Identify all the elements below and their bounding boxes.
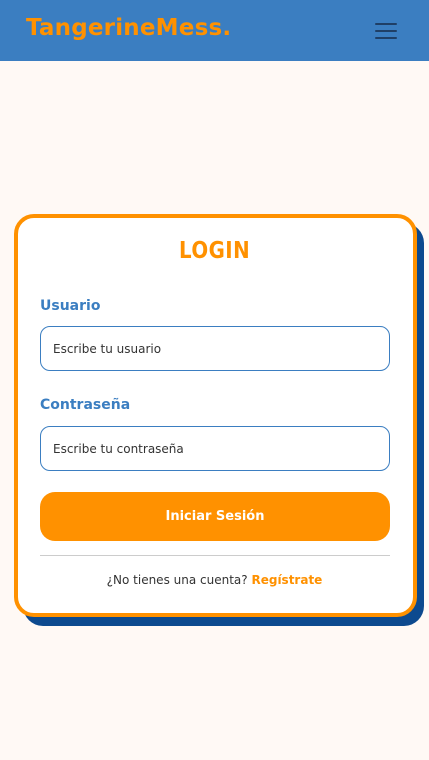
brand-logo[interactable]: TangerineMess. <box>26 17 231 40</box>
username-input[interactable] <box>40 326 390 371</box>
login-card <box>14 214 417 617</box>
menu-line <box>375 37 397 39</box>
hamburger-menu-icon[interactable] <box>372 20 400 42</box>
top-navbar: TangerineMess. <box>0 0 429 61</box>
password-label: Contraseña <box>40 397 131 413</box>
signup-prompt: ¿No tienes una cuenta? Regístrate <box>0 573 429 587</box>
menu-line <box>375 30 397 32</box>
username-label: Usuario <box>40 298 101 314</box>
no-account-text: ¿No tienes una cuenta? <box>106 573 248 587</box>
login-submit-button[interactable]: Iniciar Sesión <box>40 492 390 541</box>
password-input[interactable] <box>40 426 390 471</box>
menu-line <box>375 23 397 25</box>
register-link[interactable]: Regístrate <box>251 573 322 587</box>
divider <box>40 555 390 556</box>
login-title: LOGIN <box>179 238 251 264</box>
